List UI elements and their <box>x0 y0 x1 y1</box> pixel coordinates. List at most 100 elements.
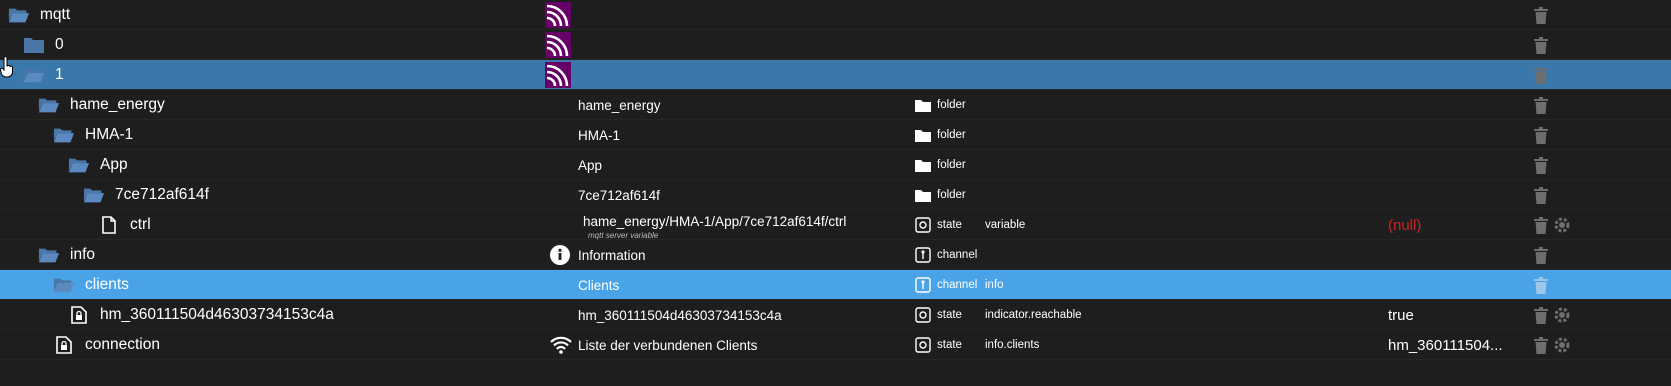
trash-icon[interactable] <box>1533 67 1549 84</box>
folder-icon <box>915 127 931 143</box>
tree-node-name: hame_energy <box>70 96 165 113</box>
object-type: state <box>915 210 962 240</box>
object-role: indicator.reachable <box>985 309 1082 321</box>
tree-node-name: clients <box>85 276 129 293</box>
tree-row-hm-client[interactable]: hm_360111504d46303734153c4a hm_360111504… <box>0 300 1671 330</box>
object-label: HMA-1 <box>578 127 621 143</box>
trash-icon[interactable] <box>1533 37 1549 54</box>
tree-row-clients[interactable]: clients Clients channel info <box>0 270 1671 300</box>
object-label: Liste der verbundenen Clients <box>578 337 758 353</box>
folder-open-icon[interactable] <box>23 65 45 85</box>
object-role: info <box>985 279 1004 291</box>
tree-row-connection[interactable]: connection Liste der verbundenen Clients… <box>0 330 1671 360</box>
tree-node-name: App <box>100 156 128 173</box>
tree-row-7ce712af614f[interactable]: 7ce712af614f 7ce712af614f folder <box>0 180 1671 210</box>
folder-open-icon[interactable] <box>38 95 60 115</box>
object-type: state <box>915 300 962 330</box>
tree-node-name: mqtt <box>40 6 71 23</box>
object-role: variable <box>985 219 1026 231</box>
tree-node[interactable]: 7ce712af614f <box>83 180 209 210</box>
object-type: state <box>915 330 962 360</box>
folder-open-icon[interactable] <box>83 185 105 205</box>
state-icon <box>915 307 931 323</box>
tree-row-ctrl[interactable]: ctrl hame_energy/HMA-1/App/7ce712af614f/… <box>0 210 1671 240</box>
folder-open-icon[interactable] <box>68 155 90 175</box>
tree-node[interactable]: hm_360111504d46303734153c4a <box>68 300 334 330</box>
tree-row-0[interactable]: 0 <box>0 30 1671 60</box>
object-type-label: folder <box>937 189 966 201</box>
tree-node[interactable]: 0 <box>23 30 64 60</box>
object-type: channel <box>915 270 977 300</box>
trash-icon[interactable] <box>1533 277 1549 294</box>
tree-node-name: connection <box>85 336 160 353</box>
mqtt-logo-icon <box>545 0 571 30</box>
tree-node-name: 7ce712af614f <box>115 186 209 203</box>
folder-icon <box>915 187 931 203</box>
folder-open-icon[interactable] <box>38 245 60 265</box>
object-type: folder <box>915 90 966 120</box>
trash-icon[interactable] <box>1533 217 1549 234</box>
tree-row-hame-energy[interactable]: hame_energy hame_energy folder <box>0 90 1671 120</box>
object-tree: mqtt 0 1 hame_energy hame_energy folder … <box>0 0 1671 360</box>
tree-node-name: HMA-1 <box>85 126 134 143</box>
tree-node[interactable]: mqtt <box>8 0 70 30</box>
gear-icon[interactable] <box>1553 306 1571 324</box>
object-value[interactable]: (null) <box>1388 210 1421 240</box>
folder-icon <box>915 97 931 113</box>
trash-icon[interactable] <box>1533 157 1549 174</box>
object-label-block: hame_energy/HMA-1/App/7ce712af614f/ctrl … <box>583 210 846 240</box>
object-type-label: state <box>937 309 962 321</box>
folder-open-icon[interactable] <box>53 275 75 295</box>
object-label: hame_energy/HMA-1/App/7ce712af614f/ctrl <box>583 214 847 229</box>
gear-icon[interactable] <box>1553 216 1571 234</box>
state-icon <box>915 217 931 233</box>
folder-open-icon[interactable] <box>53 125 75 145</box>
tree-node[interactable]: clients <box>53 270 129 300</box>
wifi-icon <box>550 330 572 360</box>
object-label: 7ce712af614f <box>578 187 660 203</box>
trash-icon[interactable] <box>1533 247 1549 264</box>
object-type: folder <box>915 180 966 210</box>
channel-icon <box>915 247 931 263</box>
object-type-label: channel <box>937 249 978 261</box>
tree-row-1[interactable]: 1 <box>0 60 1671 90</box>
folder-open-icon[interactable] <box>8 5 30 25</box>
tree-node[interactable]: connection <box>53 330 160 360</box>
gear-icon[interactable] <box>1553 336 1571 354</box>
object-label: hm_360111504d46303734153c4a <box>578 307 782 323</box>
tree-node[interactable]: 1 <box>23 60 64 90</box>
object-label: hame_energy <box>578 97 661 113</box>
tree-row-app[interactable]: App App folder <box>0 150 1671 180</box>
tree-row-info[interactable]: info Information channel <box>0 240 1671 270</box>
trash-icon[interactable] <box>1533 187 1549 204</box>
tree-node[interactable]: hame_energy <box>38 90 165 120</box>
tree-row-mqtt[interactable]: mqtt <box>0 0 1671 30</box>
trash-icon[interactable] <box>1533 307 1549 324</box>
folder-closed-icon[interactable] <box>23 35 45 55</box>
tree-node[interactable]: ctrl <box>98 210 151 240</box>
tree-node-name: 1 <box>55 66 64 83</box>
file-icon <box>98 215 120 235</box>
object-type-label: channel <box>937 279 978 291</box>
object-type-label: folder <box>937 129 966 141</box>
trash-icon[interactable] <box>1533 337 1549 354</box>
object-type: channel <box>915 240 977 270</box>
trash-icon[interactable] <box>1533 97 1549 114</box>
object-label: Information <box>578 247 646 263</box>
mqtt-logo-icon <box>545 60 571 90</box>
tree-node[interactable]: info <box>38 240 95 270</box>
tree-node[interactable]: App <box>68 150 128 180</box>
object-label: App <box>578 157 603 173</box>
tree-node[interactable]: HMA-1 <box>53 120 133 150</box>
object-label: Clients <box>578 277 620 293</box>
object-value[interactable]: true <box>1388 300 1414 330</box>
object-type-label: folder <box>937 159 966 171</box>
tree-node-name: ctrl <box>130 216 151 233</box>
trash-icon[interactable] <box>1533 127 1549 144</box>
trash-icon[interactable] <box>1533 7 1549 24</box>
object-value[interactable]: hm_360111504... <box>1388 330 1503 360</box>
object-type-label: state <box>937 219 962 231</box>
object-role: info.clients <box>985 339 1040 351</box>
lock-file-icon <box>53 335 75 355</box>
tree-row-hma-1[interactable]: HMA-1 HMA-1 folder <box>0 120 1671 150</box>
